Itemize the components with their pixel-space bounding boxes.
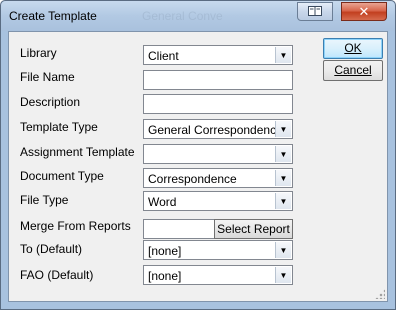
library-label: Library [20,46,57,60]
window-title: Create Template [9,9,97,23]
chevron-down-icon[interactable]: ▼ [275,193,291,209]
chevron-down-icon[interactable]: ▼ [275,170,291,186]
library-value: Client [148,49,179,63]
description-label: Description [20,95,81,109]
file-type-value: Word [148,195,177,209]
close-button[interactable]: ✕ [341,2,387,21]
close-icon: ✕ [358,3,370,19]
background-window-title: General Conve [142,9,223,23]
fao-default-value: [none] [148,269,182,283]
assignment-template-label: Assignment Template [20,145,135,159]
chevron-down-icon[interactable]: ▼ [275,121,291,137]
library-select[interactable]: Client ▼ [143,45,293,65]
merge-from-reports-label: Merge From Reports [20,219,131,233]
to-default-select[interactable]: [none] ▼ [143,240,293,260]
file-type-select[interactable]: Word ▼ [143,191,293,211]
template-type-label: Template Type [20,120,98,134]
document-type-value: Correspondence [148,172,237,186]
file-name-input[interactable] [143,70,293,90]
select-report-button[interactable]: Select Report [214,219,293,239]
template-type-select[interactable]: General Correspondence ▼ [143,119,293,139]
title-bar[interactable]: Create Template General Conve ✕ [1,1,395,31]
document-type-label: Document Type [20,169,104,183]
fao-default-label: FAO (Default) [20,268,94,282]
assignment-template-select[interactable]: ▼ [143,144,293,164]
resize-grip[interactable] [375,289,385,299]
document-type-select[interactable]: Correspondence ▼ [143,168,293,188]
dialog-body: Library Client ▼ File Name Description T… [8,31,388,302]
file-type-label: File Type [20,193,69,207]
fao-default-select[interactable]: [none] ▼ [143,265,293,285]
description-input[interactable] [143,94,293,114]
chevron-down-icon[interactable]: ▼ [275,242,291,258]
cancel-button[interactable]: Cancel [323,60,383,81]
chevron-down-icon[interactable]: ▼ [275,47,291,63]
to-default-label: To (Default) [20,242,83,256]
help-book-icon [308,5,322,19]
dialog-window: Create Template General Conve ✕ Library … [0,0,396,310]
template-type-value: General Correspondence [148,123,283,137]
chevron-down-icon[interactable]: ▼ [275,146,291,162]
to-default-value: [none] [148,244,182,258]
chevron-down-icon[interactable]: ▼ [275,267,291,283]
file-name-label: File Name [20,70,75,84]
help-button[interactable] [297,2,333,21]
merge-from-reports-input[interactable] [143,219,215,239]
ok-button[interactable]: OK [323,38,383,59]
